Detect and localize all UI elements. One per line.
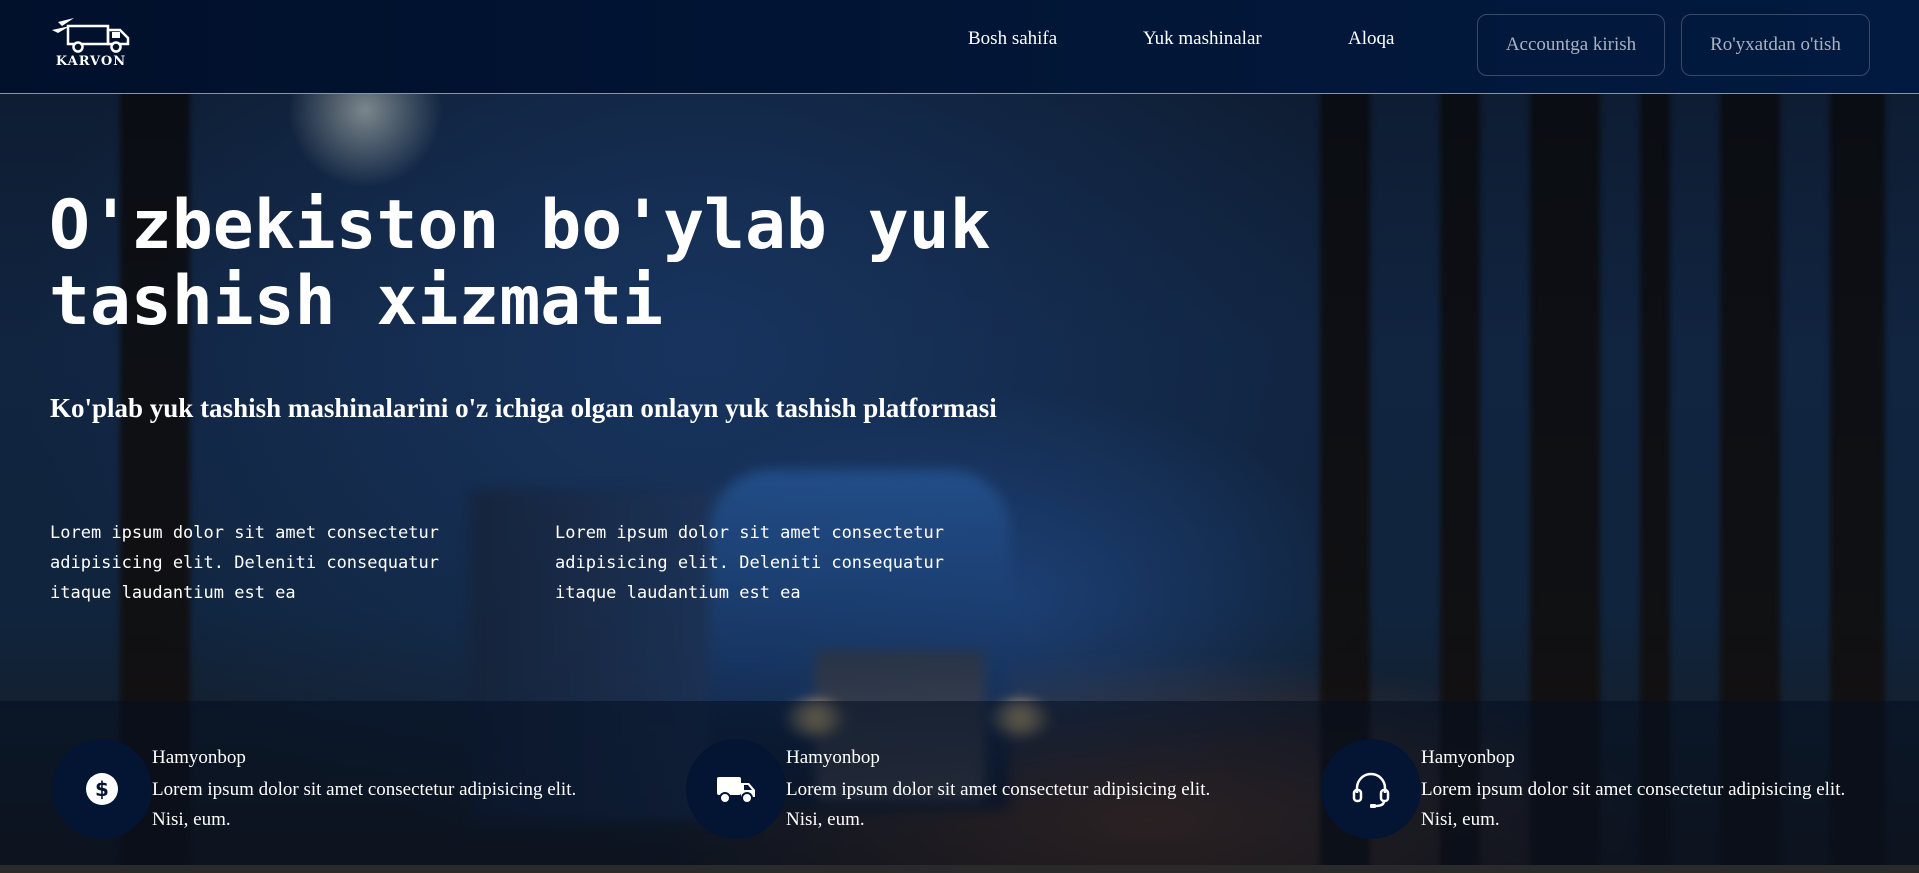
feature-title: Hamyonbop xyxy=(786,747,880,768)
headset-icon xyxy=(1321,739,1421,839)
hero-title: O'zbekiston bo'ylab yuk tashish xizmati xyxy=(49,186,991,341)
hero-subtitle: Ko'plab yuk tashish mashinalarini o'z ic… xyxy=(50,393,997,423)
feature-title: Hamyonbop xyxy=(152,747,246,768)
feature-description: Lorem ipsum dolor sit amet consectetur a… xyxy=(152,779,577,830)
hero-paragraph: Lorem ipsum dolor sit amet consectetur a… xyxy=(555,523,944,603)
feature-title: Hamyonbop xyxy=(1421,747,1515,768)
dollar-icon: $ xyxy=(52,739,152,839)
login-button[interactable]: Accountga kirish xyxy=(1477,14,1665,76)
feature-description: Lorem ipsum dolor sit amet consectetur a… xyxy=(786,779,1211,830)
navbar: KARVON Bosh sahifa Yuk mashinalar Aloqa … xyxy=(0,0,1919,94)
svg-text:$: $ xyxy=(95,777,109,801)
feature-item: Hamyonbop Lorem ipsum dolor sit amet con… xyxy=(1321,739,1919,849)
truck-logo-icon xyxy=(52,18,130,53)
features-section: $ Hamyonbop Lorem ipsum dolor sit amet c… xyxy=(0,701,1919,865)
horizontal-scrollbar[interactable] xyxy=(0,865,1919,873)
feature-item: Hamyonbop Lorem ipsum dolor sit amet con… xyxy=(686,739,1286,849)
nav-link-yuk-mashinalar[interactable]: Yuk mashinalar xyxy=(1143,28,1262,50)
nav-link-aloqa[interactable]: Aloqa xyxy=(1348,28,1394,50)
register-button[interactable]: Ro'yxatdan o'tish xyxy=(1681,14,1870,76)
hero-paragraph: Lorem ipsum dolor sit amet consectetur a… xyxy=(50,523,439,603)
nav-link-bosh-sahifa[interactable]: Bosh sahifa xyxy=(968,28,1057,50)
truck-icon xyxy=(686,739,786,839)
feature-description: Lorem ipsum dolor sit amet consectetur a… xyxy=(1421,779,1846,830)
logo-text: KARVON xyxy=(55,54,127,69)
feature-item: $ Hamyonbop Lorem ipsum dolor sit amet c… xyxy=(52,739,652,849)
karvon-logo[interactable]: KARVON xyxy=(50,16,132,72)
